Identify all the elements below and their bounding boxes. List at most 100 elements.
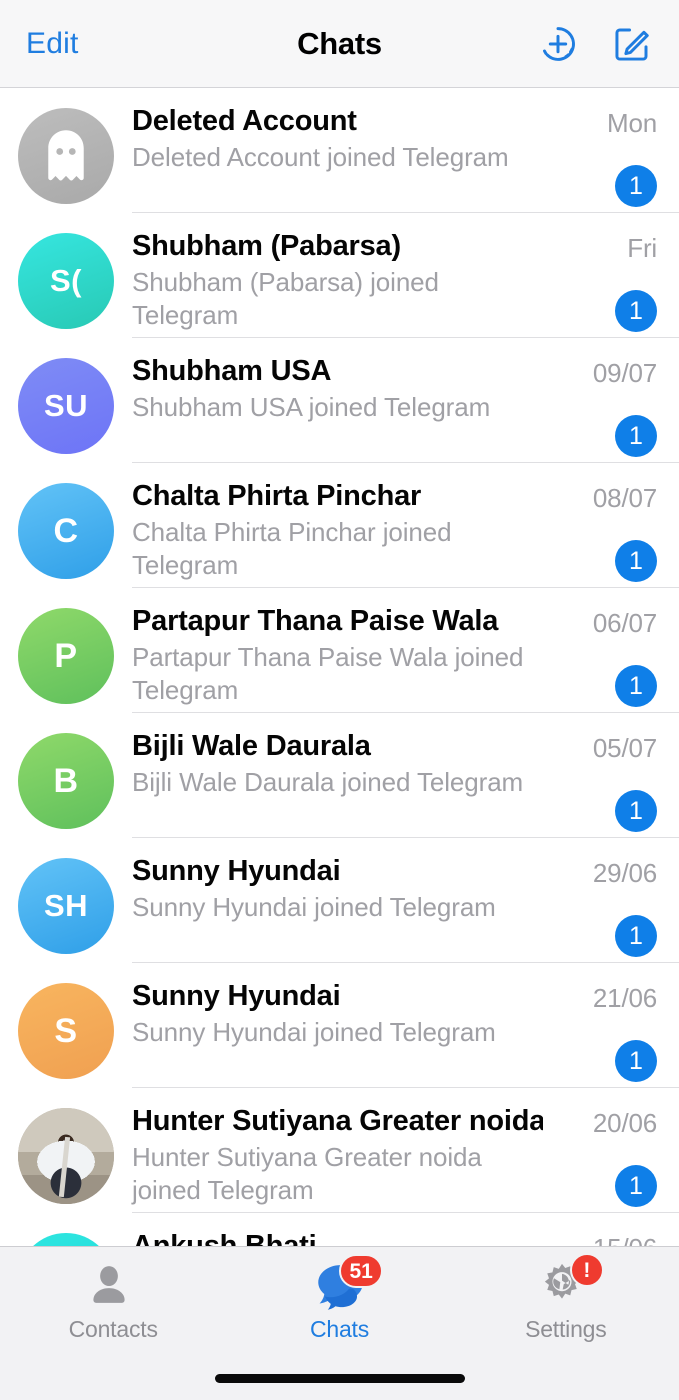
chat-title: Partapur Thana Paise Wala [132, 605, 499, 637]
chat-timestamp: Mon [607, 108, 657, 138]
tab-bar: Contacts 51 Chats! Settings [0, 1246, 679, 1356]
chat-row-body: Sunny Hyundai Sunny Hyundai joined Telegr… [114, 854, 549, 924]
chat-title: Deleted Account [132, 105, 357, 137]
chat-title: Shubham USA [132, 355, 332, 387]
chat-row-body: Ankush Bhati [114, 1229, 549, 1246]
chat-title: Hunter Sutiyana Greater noida [132, 1105, 543, 1137]
chat-row-body: Chalta Phirta Pinchar Chalta Phirta Pinch… [114, 479, 549, 581]
chat-timestamp: 29/06 [592, 858, 657, 888]
edit-button[interactable]: Edit [26, 27, 79, 61]
unread-badge: 1 [615, 415, 657, 457]
chat-meta: 09/07 1 [549, 354, 657, 457]
chat-timestamp: 20/06 [592, 1108, 657, 1138]
chat-row-body: Bijli Wale Daurala Bijli Wale Daurala joi… [114, 729, 549, 799]
avatar[interactable]: SU [18, 358, 114, 454]
avatar-initials: S( [50, 263, 82, 298]
chat-preview: Shubham USA joined Telegram [132, 392, 491, 423]
chat-list[interactable]: Deleted Account Deleted Account joined Te… [0, 88, 679, 1246]
chat-title: Ankush Bhati [132, 1230, 317, 1246]
chat-timestamp: 05/07 [592, 733, 657, 763]
chat-row[interactable]: SH Sunny Hyundai Sunny Hyundai joined Tele… [0, 838, 679, 963]
chat-row[interactable]: C Chalta Phirta Pinchar Chalta Phirta Pinc… [0, 463, 679, 588]
chat-title: Sunny Hyundai [132, 855, 341, 887]
chat-title: Chalta Phirta Pinchar [132, 480, 422, 512]
unread-badge: 1 [615, 165, 657, 207]
chat-row[interactable]: Hunter Sutiyana Greater noida Hunter Suti… [0, 1088, 679, 1213]
avatar[interactable]: B [18, 733, 114, 829]
add-contact-icon[interactable] [537, 23, 579, 65]
tab-badge: 51 [339, 1254, 383, 1288]
tab-label: Contacts [68, 1316, 158, 1342]
chat-meta: 08/07 1 [549, 479, 657, 582]
avatar[interactable]: S( [18, 233, 114, 329]
gear-icon: ! [536, 1253, 604, 1312]
chat-row-body: Partapur Thana Paise Wala Partapur Thana … [114, 604, 549, 706]
chat-title: Shubham (Pabarsa) [132, 230, 401, 262]
avatar-initials: C [53, 511, 79, 550]
chat-preview: Shubham (Pabarsa) joined Telegram [132, 267, 439, 330]
avatar[interactable] [18, 1108, 114, 1204]
chat-preview: Partapur Thana Paise Wala joined Telegra… [132, 642, 524, 705]
chat-preview: Deleted Account joined Telegram [132, 142, 509, 173]
chat-meta: Fri 1 [549, 229, 657, 332]
avatar[interactable] [18, 108, 114, 204]
chat-meta: 20/06 1 [549, 1104, 657, 1207]
chat-preview: Chalta Phirta Pinchar joined Telegram [132, 517, 452, 580]
unread-badge: 1 [615, 540, 657, 582]
avatar[interactable] [18, 1233, 114, 1246]
chat-timestamp: 06/07 [592, 608, 657, 638]
avatar-initials: B [53, 761, 79, 800]
chat-meta: 21/06 1 [549, 979, 657, 1082]
chat-row[interactable]: P Partapur Thana Paise Wala Partapur Thana… [0, 588, 679, 713]
chat-timestamp: 08/07 [592, 483, 657, 513]
home-indicator [214, 1373, 465, 1383]
chat-preview: Hunter Sutiyana Greater noida joined Tel… [132, 1142, 482, 1205]
chat-row[interactable]: SU Shubham USA Shubham USA joined Telegram… [0, 338, 679, 463]
tab-label: Settings [525, 1316, 607, 1342]
avatar-initials: SH [43, 888, 89, 923]
unread-badge: 1 [615, 1040, 657, 1082]
navbar-actions [537, 23, 653, 65]
chat-row[interactable]: B Bijli Wale Daurala Bijli Wale Daurala jo… [0, 713, 679, 838]
chat-row-body: Shubham USA Shubham USA joined Telegram [114, 354, 549, 424]
avatar[interactable]: S [18, 983, 114, 1079]
chat-meta: 15/06 [549, 1229, 657, 1246]
chat-row[interactable]: S Sunny Hyundai Sunny Hyundai joined Teleg… [0, 963, 679, 1088]
avatar[interactable]: SH [18, 858, 114, 954]
chat-timestamp: 09/07 [592, 358, 657, 388]
tab-label: Chats [309, 1316, 370, 1342]
tab-contacts[interactable]: Contacts [0, 1247, 226, 1356]
home-indicator-area [0, 1356, 679, 1400]
avatar[interactable]: P [18, 608, 114, 704]
unread-badge: 1 [615, 915, 657, 957]
chat-row-body: Deleted Account Deleted Account joined Te… [114, 104, 549, 174]
chat-timestamp: Fri [627, 233, 657, 263]
chat-preview: Sunny Hyundai joined Telegram [132, 1017, 496, 1048]
unread-badge: 1 [615, 290, 657, 332]
chat-row-body: Hunter Sutiyana Greater noida Hunter Suti… [114, 1104, 549, 1206]
chat-title: Sunny Hyundai [132, 980, 341, 1012]
chat-meta: Mon 1 [549, 104, 657, 207]
tab-chats[interactable]: 51 Chats [226, 1247, 452, 1356]
chat-meta: 06/07 1 [549, 604, 657, 707]
chat-row[interactable]: S( Shubham (Pabarsa) Shubham (Pabarsa) joi… [0, 213, 679, 338]
chat-row-body: Sunny Hyundai Sunny Hyundai joined Telegr… [114, 979, 549, 1049]
chat-bubbles-icon: 51 [309, 1254, 383, 1312]
avatar-initials: SU [43, 388, 89, 423]
unread-badge: 1 [615, 1165, 657, 1207]
avatar[interactable]: C [18, 483, 114, 579]
chat-row[interactable]: Deleted Account Deleted Account joined Te… [0, 88, 679, 213]
avatar-initials: P [54, 636, 78, 675]
chat-preview: Sunny Hyundai joined Telegram [132, 892, 496, 923]
chat-timestamp: 21/06 [592, 983, 657, 1013]
telegram-chats-screen: Edit Chats Deleted Account Deleted Accoun… [0, 0, 679, 1400]
avatar-initials: S [54, 1011, 78, 1050]
tab-settings[interactable]: ! Settings [453, 1247, 679, 1356]
unread-badge: 1 [615, 790, 657, 832]
compose-icon[interactable] [611, 23, 653, 65]
unread-badge: 1 [615, 665, 657, 707]
chat-meta: 05/07 1 [549, 729, 657, 832]
navigation-bar: Edit Chats [0, 0, 679, 88]
chat-preview: Bijli Wale Daurala joined Telegram [132, 767, 524, 798]
chat-row[interactable]: Ankush Bhati 15/06 [0, 1213, 679, 1246]
